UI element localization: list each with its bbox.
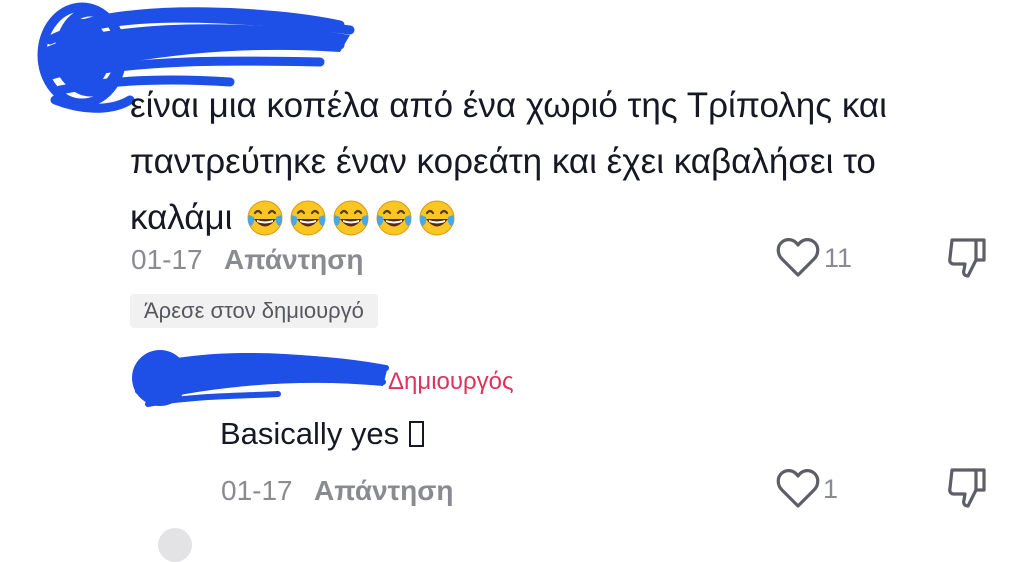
reply-like-count: 1: [823, 474, 839, 504]
comment-reply-button[interactable]: Απάντηση: [224, 244, 364, 276]
joy-emoji: [290, 200, 326, 236]
comment-line-3: καλάμι: [130, 190, 950, 246]
joy-emoji: [376, 200, 412, 236]
comment-line-2: παντρεύτηκε έναν κορεάτη και έχει καβαλή…: [130, 142, 876, 181]
thumbs-down-outline-icon[interactable]: [946, 236, 990, 280]
reply-date: 01-17: [221, 475, 293, 506]
comment-line-1: είναι μια κοπέλα από ένα χωριό της Τρίπο…: [130, 86, 887, 125]
comment-date: 01-17: [131, 244, 203, 275]
joy-emoji: [247, 200, 283, 236]
creator-label: Δημιουργός: [388, 368, 514, 395]
joy-emoji: [333, 200, 369, 236]
reply-text-content: Basically yes: [220, 416, 400, 451]
reply-text: Basically yes: [220, 416, 425, 452]
next-comment-avatar[interactable]: [158, 528, 192, 562]
reply-reply-button[interactable]: Απάντηση: [314, 475, 454, 507]
redaction-scribble-reply-username: [132, 350, 389, 407]
comment-line-3-text: καλάμι: [130, 198, 233, 237]
emoji-row: [232, 199, 456, 237]
comment-text: είναι μια κοπέλα από ένα χωριό της Τρίπο…: [130, 78, 950, 246]
missing-glyph-box: [409, 421, 425, 447]
thumbs-down-outline-icon[interactable]: [946, 466, 990, 510]
heart-outline-icon[interactable]: [776, 238, 820, 278]
joy-emoji: [419, 200, 455, 236]
liked-by-creator-badge: Άρεσε στον δημιουργό: [130, 294, 378, 328]
heart-outline-icon[interactable]: [776, 469, 820, 509]
comment-like-count: 11: [824, 243, 853, 273]
